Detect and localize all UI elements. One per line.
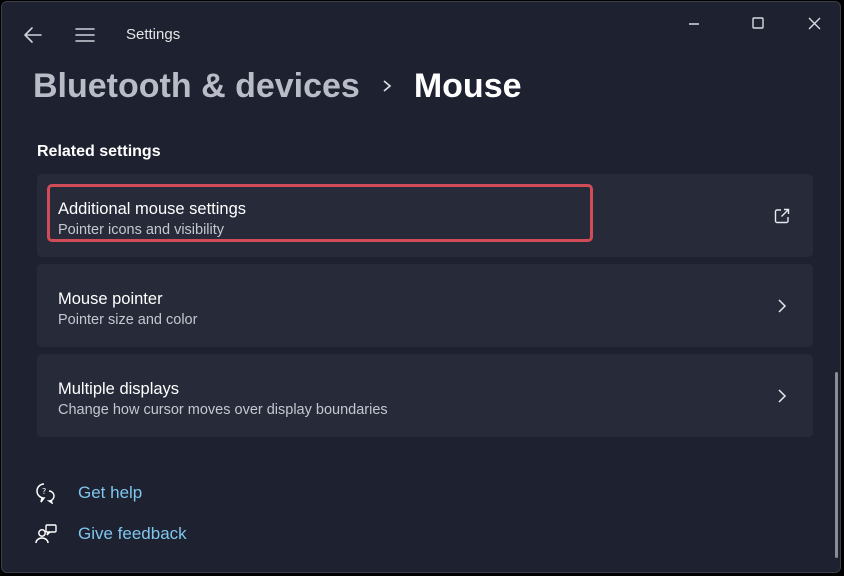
section-heading-related-settings: Related settings — [37, 143, 161, 160]
card-title: Multiple displays — [58, 380, 180, 398]
breadcrumb: Bluetooth & devices Mouse — [33, 62, 522, 110]
help-chat-icon: ? — [36, 483, 55, 504]
chevron-right-icon — [778, 389, 787, 403]
chevron-right-icon — [778, 299, 787, 313]
close-icon[interactable] — [792, 10, 836, 38]
window-title: Settings — [126, 26, 181, 43]
settings-window: Settings Bluetooth & devices Mouse Relat… — [1, 1, 841, 573]
hamburger-menu-icon[interactable] — [74, 25, 96, 45]
multiple-displays-card[interactable]: Multiple displays Change how cursor move… — [37, 354, 813, 437]
card-title: Additional mouse settings — [58, 200, 247, 218]
give-feedback-link[interactable]: Give feedback — [35, 523, 187, 545]
breadcrumb-parent-link[interactable]: Bluetooth & devices — [33, 67, 360, 106]
title-bar: Settings — [2, 2, 840, 66]
card-subtitle: Pointer size and color — [58, 312, 198, 328]
mouse-pointer-card[interactable]: Mouse pointer Pointer size and color — [37, 264, 813, 347]
chevron-right-icon — [383, 80, 392, 92]
maximize-icon[interactable] — [736, 10, 780, 38]
open-external-icon — [774, 208, 790, 224]
minimize-icon[interactable] — [672, 10, 716, 38]
get-help-label: Get help — [78, 483, 143, 502]
vertical-scrollbar[interactable] — [835, 372, 838, 558]
back-arrow-icon[interactable] — [22, 24, 44, 46]
card-subtitle: Pointer icons and visibility — [58, 222, 225, 238]
feedback-person-icon — [35, 524, 57, 544]
get-help-link[interactable]: ? Get help — [35, 482, 142, 504]
give-feedback-label: Give feedback — [78, 524, 187, 543]
additional-mouse-settings-card[interactable]: Additional mouse settings Pointer icons … — [37, 174, 813, 257]
card-subtitle: Change how cursor moves over display bou… — [58, 402, 388, 418]
svg-text:?: ? — [42, 487, 46, 496]
card-title: Mouse pointer — [58, 290, 163, 308]
page-title: Mouse — [413, 66, 522, 105]
